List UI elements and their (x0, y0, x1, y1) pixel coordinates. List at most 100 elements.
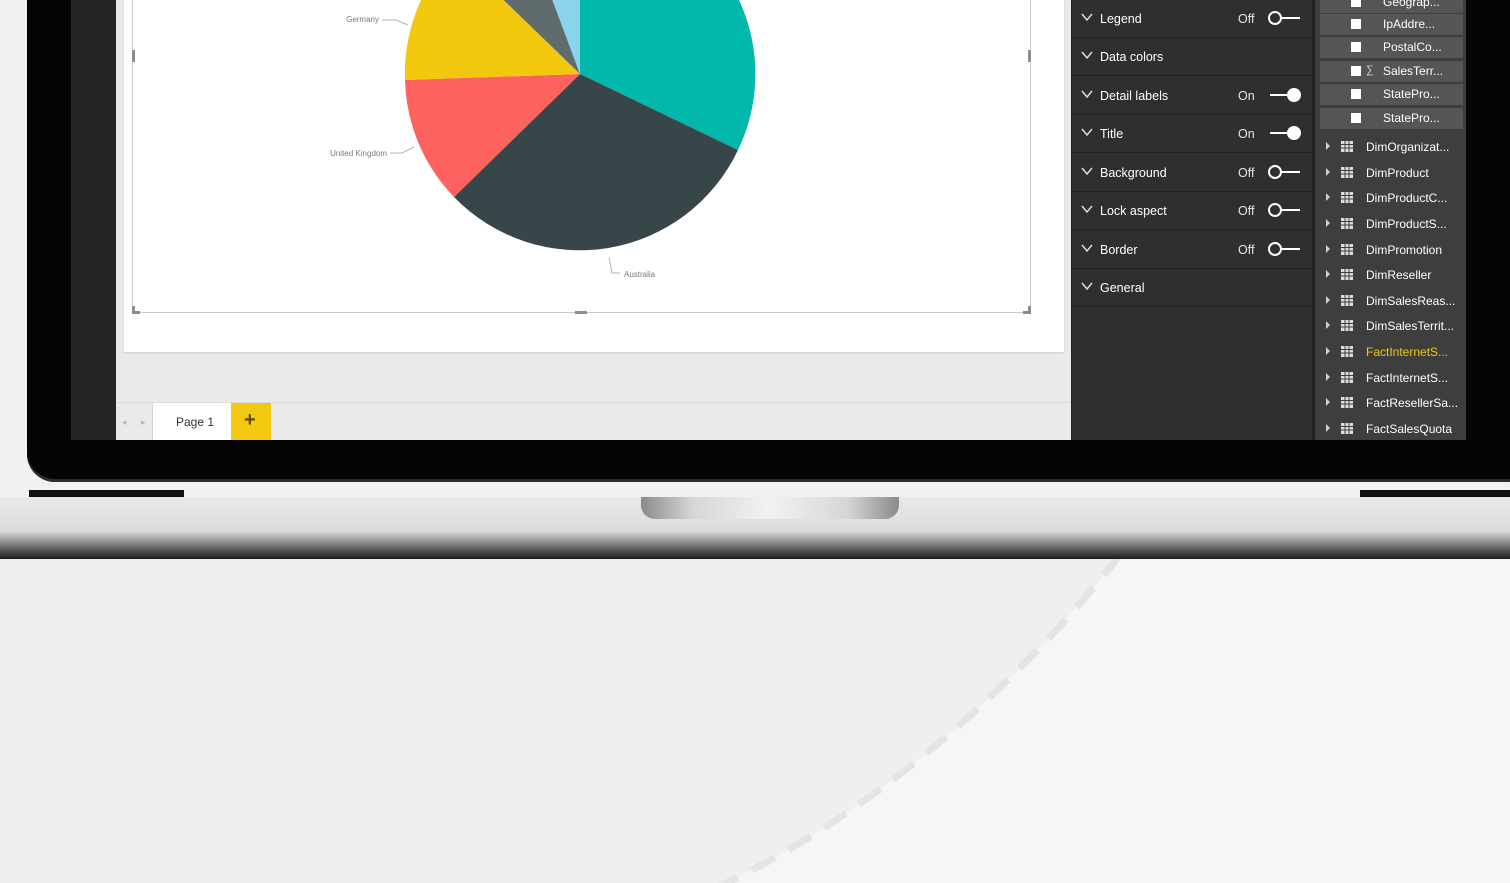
format-section-detail-labels[interactable]: Detail labels On (1072, 77, 1312, 115)
table-icon (1341, 218, 1353, 229)
table-item[interactable]: DimOrganizat... (1315, 135, 1466, 160)
format-section-label: Background (1100, 166, 1167, 180)
table-item[interactable]: DimPromotion (1315, 238, 1466, 263)
expand-arrow-icon[interactable] (1326, 424, 1330, 432)
fields-pane: Geograp... IpAddre... PostalCo... ∑ Sale… (1315, 0, 1466, 440)
sigma-icon: ∑ (1366, 64, 1374, 76)
expand-arrow-icon[interactable] (1326, 398, 1330, 406)
table-item[interactable]: FactResellerSa... (1315, 391, 1466, 416)
chevron-down-icon (1081, 128, 1093, 137)
field-item[interactable]: PostalCo... (1320, 37, 1463, 58)
table-item[interactable]: DimProductS... (1315, 212, 1466, 237)
chevron-down-icon (1081, 90, 1093, 99)
checkbox[interactable] (1351, 66, 1361, 76)
chevron-down-icon (1081, 13, 1093, 22)
expand-arrow-icon[interactable] (1326, 245, 1330, 253)
field-item[interactable]: IpAddre... (1320, 14, 1463, 35)
format-section-label: Data colors (1100, 50, 1164, 64)
table-label: FactInternetS... (1366, 371, 1449, 385)
table-label: DimProduct (1366, 166, 1429, 180)
field-label: StatePro... (1383, 87, 1440, 101)
field-label: PostalCo... (1383, 40, 1442, 54)
expand-arrow-icon[interactable] (1326, 168, 1330, 176)
table-item[interactable]: DimSalesTerrit... (1315, 314, 1466, 339)
toggle-state-text: On (1238, 127, 1255, 141)
chevron-down-icon (1081, 282, 1093, 291)
format-section-border[interactable]: Border Off (1072, 231, 1312, 269)
table-item[interactable]: DimSalesReas... (1315, 289, 1466, 314)
decorative-arc (717, 555, 1510, 883)
expand-arrow-icon[interactable] (1326, 219, 1330, 227)
format-section-background[interactable]: Background Off (1072, 154, 1312, 192)
report-page: Germany United Kingdom Australia (124, 0, 1064, 352)
add-page-button[interactable]: + (231, 403, 271, 440)
pie-chart: Germany United Kingdom Australia (330, 0, 756, 279)
leader-line-germany (382, 19, 409, 26)
page-nav-arrows[interactable]: ◂ ▸ (122, 417, 152, 428)
expand-arrow-icon[interactable] (1326, 296, 1330, 304)
checkbox[interactable] (1351, 42, 1361, 52)
format-section-label: General (1100, 281, 1145, 295)
table-icon (1341, 167, 1353, 178)
table-item[interactable]: DimProduct (1315, 161, 1466, 186)
table-icon (1341, 295, 1353, 306)
format-section-label: Detail labels (1100, 89, 1169, 103)
field-label: StatePro... (1383, 111, 1440, 125)
background-toggle[interactable] (1268, 164, 1302, 180)
table-label: DimSalesReas... (1366, 294, 1456, 308)
chevron-down-icon (1081, 167, 1093, 176)
table-item[interactable]: FactSalesQuota (1315, 417, 1466, 440)
chevron-down-icon (1081, 244, 1093, 253)
chevron-down-icon (1081, 205, 1093, 214)
format-pane: Legend Off Data colors Detail labels On … (1072, 0, 1312, 440)
field-item[interactable]: StatePro... (1320, 84, 1463, 105)
tab-page-1[interactable]: Page 1 (152, 403, 232, 440)
format-section-label: Lock aspect (1100, 204, 1167, 218)
legend-toggle[interactable] (1268, 10, 1302, 26)
format-section-title[interactable]: Title On (1072, 115, 1312, 153)
plus-icon: + (244, 409, 256, 431)
field-item[interactable]: StatePro... (1320, 108, 1463, 129)
table-label: FactInternetS... (1366, 345, 1449, 359)
table-icon (1341, 192, 1353, 203)
lock-aspect-toggle[interactable] (1268, 202, 1302, 218)
tab-page-1-label: Page 1 (176, 415, 215, 429)
field-item[interactable]: Geograp... (1320, 0, 1463, 13)
table-icon (1341, 244, 1353, 255)
table-label: DimProductS... (1366, 217, 1447, 231)
format-section-legend[interactable]: Legend Off (1072, 0, 1312, 38)
table-item[interactable]: DimProductC... (1315, 186, 1466, 211)
checkbox[interactable] (1351, 113, 1361, 123)
table-item[interactable]: DimReseller (1315, 263, 1466, 288)
format-section-lock-aspect[interactable]: Lock aspect Off (1072, 192, 1312, 230)
table-icon (1341, 320, 1353, 331)
expand-arrow-icon[interactable] (1326, 321, 1330, 329)
table-label: DimOrganizat... (1366, 140, 1450, 154)
table-icon (1341, 141, 1353, 152)
format-section-general[interactable]: General (1072, 269, 1312, 307)
table-label: DimReseller (1366, 268, 1432, 282)
background (0, 555, 1510, 883)
checkbox[interactable] (1351, 0, 1361, 7)
title-toggle[interactable] (1268, 125, 1302, 141)
border-toggle[interactable] (1268, 241, 1302, 257)
field-label: Geograp... (1383, 0, 1440, 9)
format-section-label: Border (1100, 243, 1138, 257)
expand-arrow-icon[interactable] (1326, 373, 1330, 381)
expand-arrow-icon[interactable] (1326, 347, 1330, 355)
checkbox[interactable] (1351, 89, 1361, 99)
table-item-active[interactable]: FactInternetS... (1315, 340, 1466, 365)
checkbox[interactable] (1351, 19, 1361, 29)
table-item[interactable]: FactInternetS... (1315, 366, 1466, 391)
expand-arrow-icon[interactable] (1326, 142, 1330, 150)
leader-line-united-kingdom (390, 146, 415, 154)
expand-arrow-icon[interactable] (1326, 193, 1330, 201)
format-section-data-colors[interactable]: Data colors (1072, 38, 1312, 76)
report-canvas: Germany United Kingdom Australia ◂ ▸ Pag… (116, 0, 1071, 440)
pie-label-germany: Germany (346, 15, 379, 24)
detail-labels-toggle[interactable] (1268, 87, 1302, 103)
laptop-screen: Germany United Kingdom Australia ◂ ▸ Pag… (71, 0, 1466, 440)
field-item[interactable]: ∑ SalesTerr... (1320, 61, 1463, 82)
table-label: DimPromotion (1366, 243, 1443, 257)
expand-arrow-icon[interactable] (1326, 270, 1330, 278)
